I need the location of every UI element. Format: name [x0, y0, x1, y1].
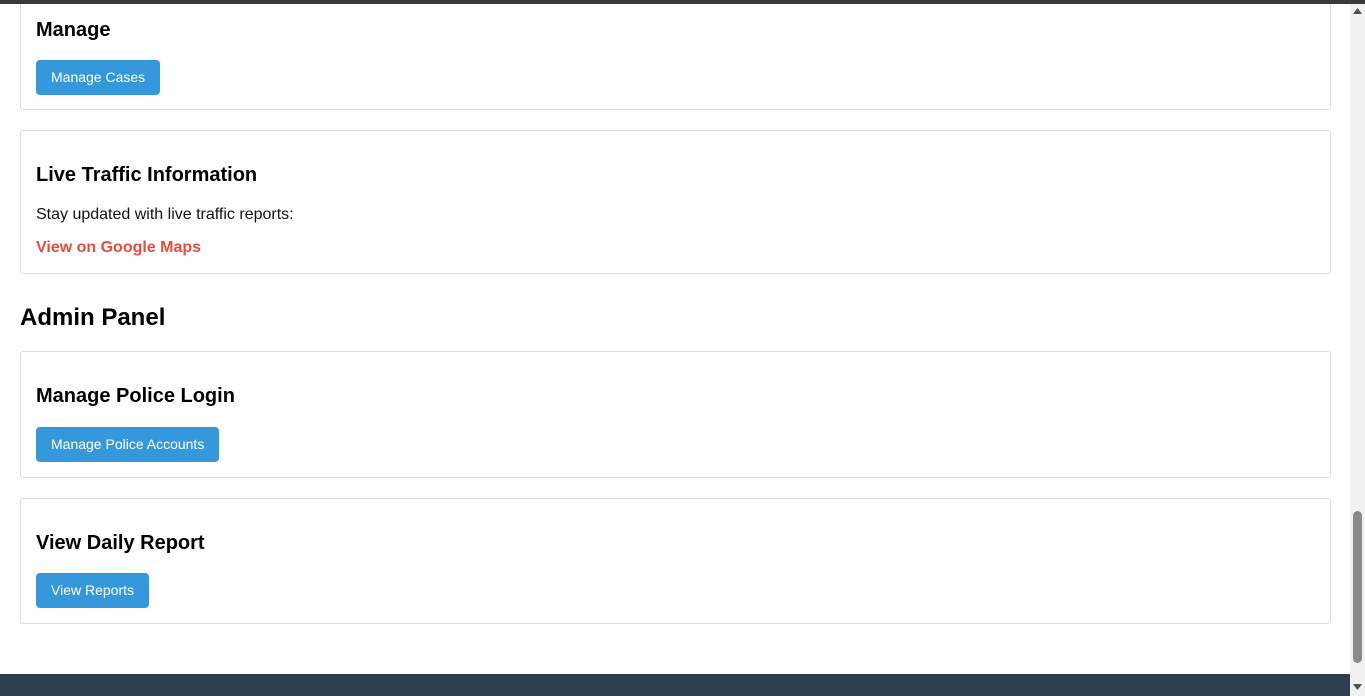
admin-panel-title: Admin Panel	[20, 304, 166, 331]
scroll-down-arrow-icon[interactable]	[1350, 680, 1365, 694]
traffic-card: Live Traffic Information Stay updated wi…	[20, 130, 1331, 274]
daily-report-card: View Daily Report View Reports	[20, 498, 1331, 624]
manage-card-title: Manage	[36, 19, 111, 41]
traffic-card-title: Live Traffic Information	[36, 164, 258, 186]
police-login-card: Manage Police Login Manage Police Accoun…	[20, 351, 1331, 478]
manage-cases-button[interactable]: Manage Cases	[36, 60, 161, 95]
vertical-scrollbar[interactable]	[1350, 4, 1365, 696]
scroll-up-arrow-icon[interactable]	[1350, 4, 1365, 18]
page-content: Manage Manage Cases Live Traffic Informa…	[0, 4, 1350, 674]
scroll-thumb[interactable]	[1353, 511, 1362, 663]
traffic-card-text: Stay updated with live traffic reports:	[36, 206, 294, 223]
google-maps-link[interactable]: View on Google Maps	[36, 239, 201, 257]
daily-report-card-title: View Daily Report	[36, 532, 205, 554]
manage-police-accounts-button[interactable]: Manage Police Accounts	[36, 427, 220, 462]
police-login-card-title: Manage Police Login	[36, 385, 235, 407]
footer-bar	[0, 674, 1350, 696]
view-reports-button[interactable]: View Reports	[36, 573, 150, 608]
manage-card: Manage Manage Cases	[20, 4, 1331, 110]
